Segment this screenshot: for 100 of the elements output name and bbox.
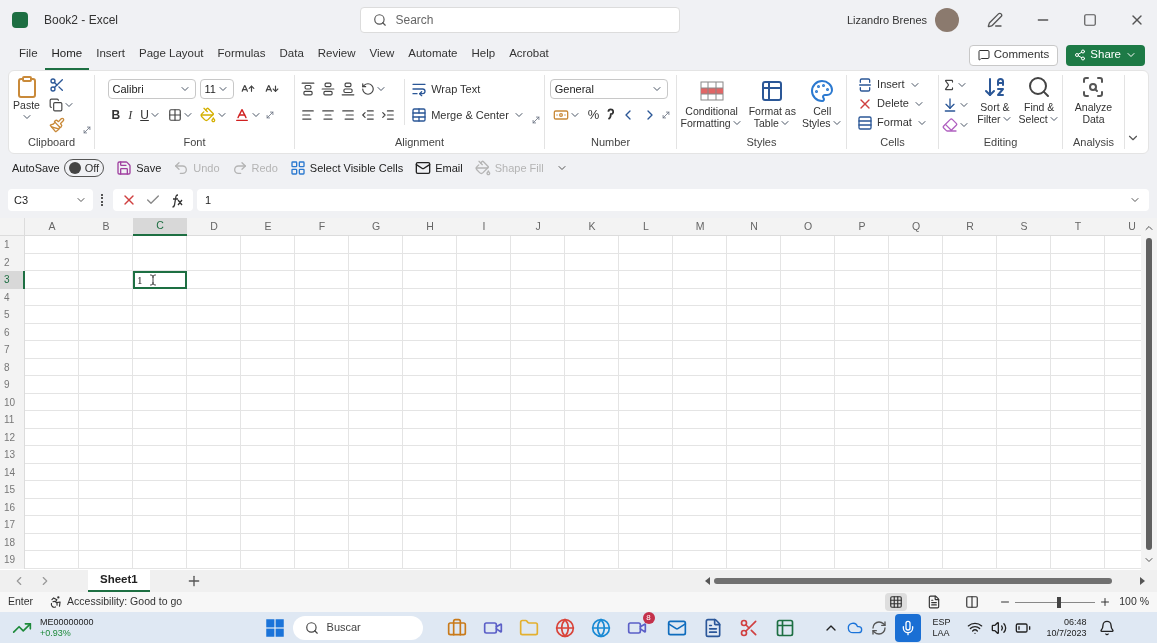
grid-cell[interactable] (997, 358, 1051, 376)
grid-cell[interactable] (457, 498, 511, 516)
grid-cell[interactable] (673, 533, 727, 551)
grid-cell[interactable] (25, 446, 79, 464)
grid-cell[interactable] (565, 516, 619, 534)
grid-cell[interactable] (889, 516, 943, 534)
grid-cell[interactable] (349, 481, 403, 499)
grid-cell[interactable] (295, 551, 349, 569)
grid-cell[interactable] (565, 288, 619, 306)
grid-cell[interactable] (403, 306, 457, 324)
wrap-text-button[interactable]: Wrap Text (411, 79, 525, 99)
grid-cell[interactable] (511, 306, 565, 324)
grid-cell[interactable] (673, 236, 727, 254)
row-header[interactable]: 11 (0, 411, 25, 429)
grid-cell[interactable] (25, 306, 79, 324)
column-header[interactable]: E (241, 218, 295, 236)
grid-cell[interactable] (403, 236, 457, 254)
grid-cell[interactable] (295, 306, 349, 324)
grid-cell[interactable] (943, 306, 997, 324)
grid-cell[interactable] (511, 481, 565, 499)
snipping-tool-icon[interactable] (738, 617, 759, 638)
grid-cell[interactable] (619, 393, 673, 411)
grid-cell[interactable] (781, 481, 835, 499)
grid-cell[interactable] (457, 323, 511, 341)
grid-cell[interactable] (25, 551, 79, 569)
grid-cell[interactable] (835, 306, 889, 324)
grid-cell[interactable] (349, 358, 403, 376)
grid-cell[interactable] (349, 551, 403, 569)
grid-cell[interactable] (619, 376, 673, 394)
number-format-field[interactable]: General (549, 79, 668, 99)
grid-cell[interactable] (133, 446, 187, 464)
grid-cell[interactable] (403, 288, 457, 306)
grid-cell[interactable] (25, 393, 79, 411)
grid-cell[interactable] (997, 376, 1051, 394)
grid-cell[interactable] (673, 253, 727, 271)
row-header[interactable]: 17 (0, 516, 25, 534)
grid-cell[interactable] (619, 323, 673, 341)
share-button[interactable]: Share (1066, 44, 1145, 66)
windows-start-icon[interactable] (264, 617, 285, 638)
ribbon-tab[interactable]: Review (310, 40, 363, 70)
grid-cell[interactable] (25, 288, 79, 306)
grid-cell[interactable] (79, 271, 133, 289)
column-header[interactable]: M (673, 218, 727, 236)
grid-cell[interactable] (79, 516, 133, 534)
zoom-slider-thumb[interactable] (1057, 596, 1062, 608)
ribbon-tab[interactable]: Data (272, 40, 311, 70)
active-cell[interactable]: 1 (133, 271, 187, 289)
grid-cell[interactable] (133, 393, 187, 411)
grid-cell[interactable] (997, 253, 1051, 271)
grid-cell[interactable] (295, 411, 349, 429)
grid-cell[interactable] (673, 551, 727, 569)
grid-cell[interactable] (943, 376, 997, 394)
accessibility-status[interactable]: Accessibility: Good to go (49, 594, 183, 610)
grid-cell[interactable] (781, 288, 835, 306)
grid-cell[interactable] (403, 376, 457, 394)
grid-cell[interactable] (349, 341, 403, 359)
grid-cell[interactable] (1051, 306, 1105, 324)
grid-cell[interactable] (727, 253, 781, 271)
grid-cell[interactable] (1051, 358, 1105, 376)
grid-cell[interactable] (133, 516, 187, 534)
comments-button[interactable]: Comments (968, 44, 1059, 66)
grid-cell[interactable] (349, 411, 403, 429)
grid-cell[interactable] (79, 498, 133, 516)
grid-cell[interactable] (997, 341, 1051, 359)
grid-cell[interactable] (457, 516, 511, 534)
grid-cell[interactable] (889, 463, 943, 481)
grid-cell[interactable] (889, 341, 943, 359)
grid-cell[interactable] (673, 341, 727, 359)
column-header[interactable]: C (133, 218, 187, 236)
grid-cell[interactable] (673, 306, 727, 324)
grid-cell[interactable] (133, 411, 187, 429)
clock-time[interactable]: 06:48 (1064, 616, 1087, 628)
grid-cell[interactable] (619, 288, 673, 306)
grid-cell[interactable] (835, 341, 889, 359)
grid-cell[interactable] (241, 551, 295, 569)
grid-cell[interactable] (619, 446, 673, 464)
grid-cell[interactable] (295, 323, 349, 341)
grid-cell[interactable] (511, 463, 565, 481)
grid-cell[interactable] (889, 498, 943, 516)
grid-cell[interactable] (943, 481, 997, 499)
grid-cell[interactable] (619, 271, 673, 289)
horizontal-scrollbar[interactable] (705, 576, 1145, 586)
input-language[interactable]: ESP (932, 616, 951, 628)
grid-cell[interactable] (727, 271, 781, 289)
grid-cell[interactable] (835, 481, 889, 499)
grid-cell[interactable] (403, 446, 457, 464)
grid-cell[interactable] (943, 271, 997, 289)
grid-cell[interactable] (835, 271, 889, 289)
grid-cell[interactable] (25, 323, 79, 341)
grid-cell[interactable] (187, 323, 241, 341)
grid-cell[interactable] (457, 376, 511, 394)
grid-cell[interactable] (241, 288, 295, 306)
grid-cell[interactable] (25, 341, 79, 359)
grid-cell[interactable] (457, 393, 511, 411)
grid-cell[interactable] (79, 411, 133, 429)
grid-cell[interactable] (943, 236, 997, 254)
grid-cell[interactable] (619, 358, 673, 376)
grid-cell[interactable] (25, 498, 79, 516)
grid-cell[interactable] (295, 358, 349, 376)
grid-cell[interactable] (295, 481, 349, 499)
